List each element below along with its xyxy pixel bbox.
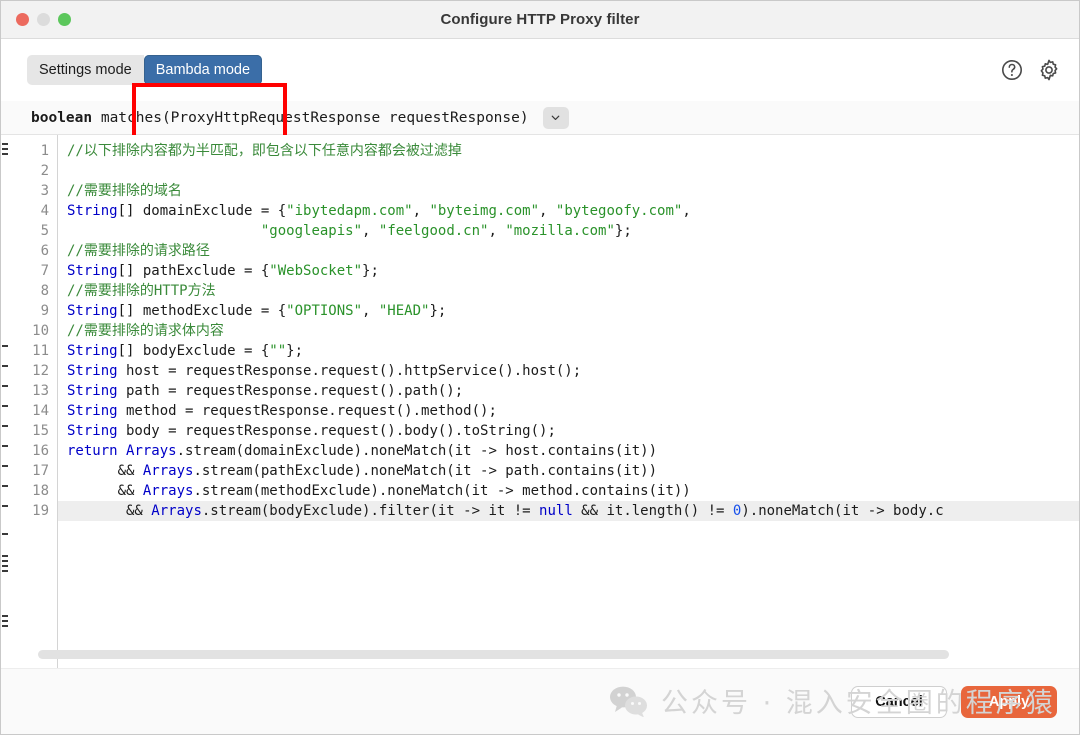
line-number: 14 [32,403,49,419]
mode-toolbar: Settings mode Bambda mode [1,39,1079,140]
cancel-button-label: Cancel [875,693,923,710]
toolbar-icon-group [1000,58,1061,82]
code-line[interactable]: //以下排除内容都为半匹配，即包含以下任意内容都会被过滤掉 [58,141,1079,161]
tab-bambda-mode-label: Bambda mode [155,62,251,78]
editor-marker-stripe[interactable] [1,135,11,668]
code-line[interactable]: String body = requestResponse.request().… [58,421,1079,441]
code-line[interactable]: String path = requestResponse.request().… [58,381,1079,401]
code-editor[interactable]: 1 2 3 4 5 6 7 8 9 10 11 12 13 14 15 16 17 18 19 //以下排除内容都为… [1,135,1079,668]
code-line[interactable]: //需要排除的请求路径 [58,241,1079,261]
cancel-button[interactable]: Cancel [851,685,947,718]
code-line[interactable]: String[] domainExclude = {"ibytedapm.com… [58,201,1079,221]
line-number: 9 [40,303,49,319]
method-return-type: boolean [31,109,93,126]
code-line[interactable]: String host = requestResponse.request().… [58,361,1079,381]
line-number: 8 [40,283,49,299]
wechat-icon [610,686,647,717]
gear-icon[interactable] [1037,58,1061,82]
code-line[interactable]: //需要排除的HTTP方法 [58,281,1079,301]
tab-settings-mode-label: Settings mode [39,62,132,78]
line-number: 16 [32,443,49,459]
code-line[interactable]: String[] pathExclude = {"WebSocket"}; [58,261,1079,281]
chevron-down-icon[interactable] [542,106,569,129]
mode-tab-group: Settings mode Bambda mode [27,55,263,85]
code-line[interactable]: "googleapis", "feelgood.cn", "mozilla.co… [58,221,1079,241]
tab-bambda-mode[interactable]: Bambda mode [143,55,263,85]
tab-settings-mode[interactable]: Settings mode [27,55,144,85]
line-number: 2 [40,163,49,179]
line-number: 3 [40,183,49,199]
window-title: Configure HTTP Proxy filter [440,11,640,28]
method-signature: boolean matches(ProxyHttpRequestResponse… [31,110,529,126]
configure-http-proxy-filter-window: Configure HTTP Proxy filter Settings mod… [0,0,1080,735]
code-line[interactable]: && Arrays.stream(bodyExclude).filter(it … [58,501,1079,521]
code-line[interactable]: String[] bodyExclude = {""}; [58,341,1079,361]
code-line[interactable]: String[] methodExclude = {"OPTIONS", "HE… [58,301,1079,321]
line-number: 6 [40,243,49,259]
horizontal-scrollbar[interactable] [38,650,949,659]
method-signature-rest: matches(ProxyHttpRequestResponse request… [92,109,529,126]
help-icon[interactable] [1000,58,1024,82]
code-line[interactable]: && Arrays.stream(pathExclude).noneMatch(… [58,461,1079,481]
code-line[interactable]: //需要排除的域名 [58,181,1079,201]
line-number: 19 [32,503,49,519]
line-number: 15 [32,423,49,439]
line-number: 10 [32,323,49,339]
line-number: 18 [32,483,49,499]
apply-button-label: Apply [988,693,1030,710]
code-line[interactable]: //需要排除的请求体内容 [58,321,1079,341]
line-number: 13 [32,383,49,399]
line-number: 12 [32,363,49,379]
code-content[interactable]: //以下排除内容都为半匹配，即包含以下任意内容都会被过滤掉//需要排除的域名 St… [58,135,1079,668]
line-number: 17 [32,463,49,479]
dialog-footer: 公众号 · 混入安全圈的程序猿 Cancel Apply [1,668,1079,734]
line-number: 7 [40,263,49,279]
line-number-gutter: 1 2 3 4 5 6 7 8 9 10 11 12 13 14 15 16 17 18 19 [11,135,58,668]
line-number: 4 [40,203,49,219]
title-bar: Configure HTTP Proxy filter [1,1,1079,39]
code-line[interactable] [58,161,1079,181]
apply-button[interactable]: Apply [961,685,1057,718]
method-signature-bar: boolean matches(ProxyHttpRequestResponse… [1,101,1079,135]
line-number: 1 [40,143,49,159]
line-number: 5 [40,223,49,239]
code-line[interactable]: && Arrays.stream(methodExclude).noneMatc… [58,481,1079,501]
line-number: 11 [32,343,49,359]
code-line[interactable]: String method = requestResponse.request(… [58,401,1079,421]
code-line[interactable]: return Arrays.stream(domainExclude).none… [58,441,1079,461]
